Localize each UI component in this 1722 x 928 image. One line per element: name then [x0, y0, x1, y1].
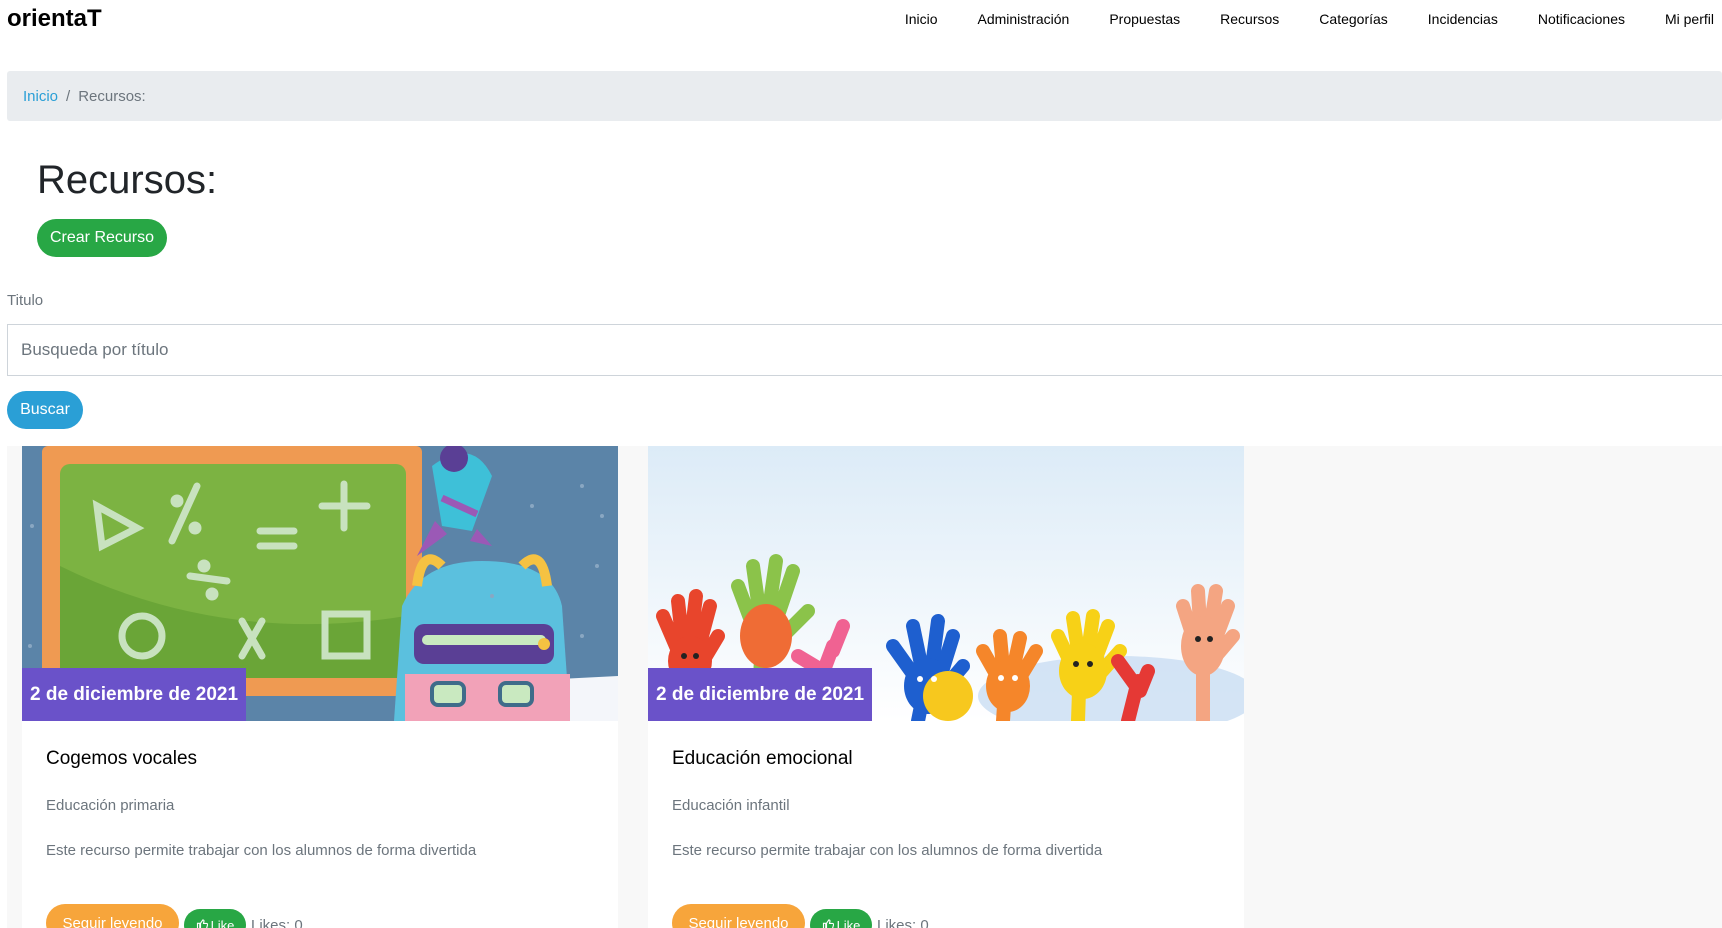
top-navbar: orientaT Inicio Administración Propuesta…	[0, 0, 1722, 40]
create-resource-button[interactable]: Crear Recurso	[37, 219, 167, 257]
resource-card: 2 de diciembre de 2021 Educación emocion…	[648, 446, 1244, 928]
nav-administracion[interactable]: Administración	[978, 11, 1070, 27]
likes-count: Likes: 0	[877, 917, 929, 928]
nav-inicio[interactable]: Inicio	[905, 11, 938, 27]
like-button[interactable]: Like	[810, 909, 872, 928]
date-badge: 2 de diciembre de 2021	[648, 668, 873, 721]
read-more-button[interactable]: Seguir leyendo	[46, 904, 179, 928]
card-title: Cogemos vocales	[46, 748, 198, 769]
nav-incidencias[interactable]: Incidencias	[1428, 11, 1498, 27]
likes-count: Likes: 0	[251, 917, 303, 928]
nav-propuestas[interactable]: Propuestas	[1109, 11, 1180, 27]
nav-categorias[interactable]: Categorías	[1319, 11, 1387, 27]
read-more-button[interactable]: Seguir leyendo	[672, 904, 805, 928]
thumbs-up-icon	[196, 918, 208, 928]
card-category: Educación infantil	[672, 797, 790, 814]
brand-logo[interactable]: orientaT	[7, 5, 102, 33]
nav-mi-perfil[interactable]: Mi perfil	[1665, 11, 1714, 27]
like-button[interactable]: Like	[184, 909, 246, 928]
title-field-label: Titulo	[7, 292, 44, 309]
card-category: Educación primaria	[46, 797, 175, 814]
card-description: Este recurso permite trabajar con los al…	[672, 842, 1103, 859]
resource-card: 2 de diciembre de 2021 Cogemos vocales E…	[22, 446, 618, 928]
title-search-input[interactable]	[7, 324, 1722, 376]
date-badge: 2 de diciembre de 2021	[22, 668, 247, 721]
breadcrumb: Inicio / Recursos:	[7, 71, 1722, 121]
breadcrumb-current: Recursos:	[78, 87, 146, 105]
card-description: Este recurso permite trabajar con los al…	[46, 842, 477, 859]
nav-recursos[interactable]: Recursos	[1220, 11, 1279, 27]
page-title: Recursos:	[37, 158, 218, 202]
breadcrumb-home-link[interactable]: Inicio	[23, 88, 58, 105]
card-title: Educación emocional	[672, 748, 853, 769]
search-button[interactable]: Buscar	[7, 391, 83, 429]
like-label: Like	[210, 917, 235, 928]
nav-links: Inicio Administración Propuestas Recurso…	[865, 11, 1714, 27]
thumbs-up-icon	[822, 918, 834, 928]
nav-notificaciones[interactable]: Notificaciones	[1538, 11, 1625, 27]
like-label: Like	[836, 917, 861, 928]
breadcrumb-separator: /	[66, 87, 71, 105]
